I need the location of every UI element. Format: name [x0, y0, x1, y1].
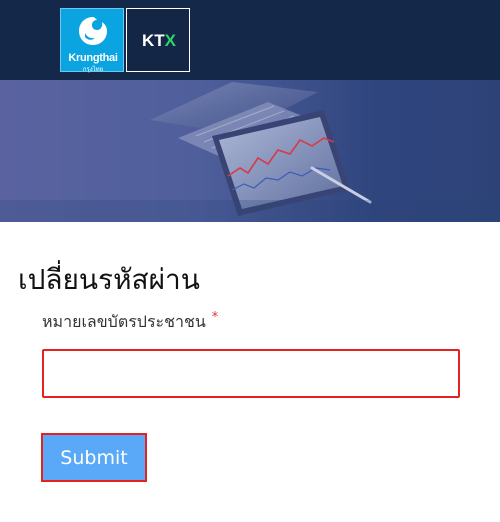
ktx-logo-text: KTX: [141, 31, 176, 50]
hero-banner: [0, 80, 500, 222]
required-mark: *: [211, 310, 219, 325]
krungthai-emblem-icon: [79, 17, 107, 45]
krungthai-logo-subtitle: กรุงไทย: [82, 66, 104, 73]
id-card-label: หมายเลขบัตรประชาชน *: [42, 310, 219, 331]
top-header: Krungthai กรุงไทย KTX: [0, 0, 500, 80]
submit-button[interactable]: Submit: [41, 433, 147, 482]
krungthai-logo[interactable]: Krungthai กรุงไทย: [60, 8, 124, 73]
laptop-tablet-chart-image: [0, 82, 500, 222]
page-title: เปลี่ยนรหัสผ่าน: [18, 263, 200, 296]
id-card-input[interactable]: [42, 349, 460, 398]
ktx-logo[interactable]: KTX: [126, 8, 190, 72]
krungthai-logo-text: Krungthai: [68, 52, 118, 64]
